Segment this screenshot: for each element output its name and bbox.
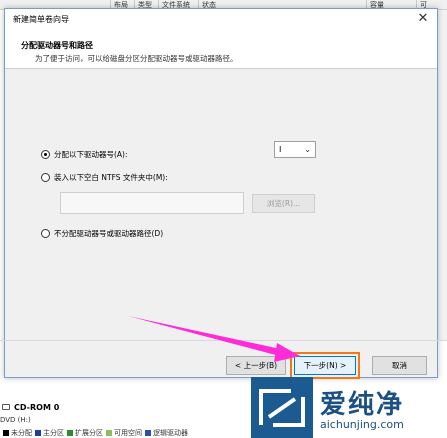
watermark-text: 爱纯净	[320, 390, 405, 420]
legend-label: 主分区	[43, 429, 64, 437]
mount-folder-option[interactable]: 装入以下空白 NTFS 文件夹中(M):	[41, 172, 168, 183]
mount-folder-label: 装入以下空白 NTFS 文件夹中(M):	[54, 173, 168, 182]
folder-path-input[interactable]	[60, 192, 244, 214]
legend-label: 未分配	[11, 429, 32, 437]
page-subtitle: 为了便于访问，可以给磁盘分区分配驱动器号或驱动器路径。	[35, 54, 238, 63]
no-assign-option[interactable]: 不分配驱动器号或驱动器路径(D)	[41, 228, 163, 239]
back-button[interactable]: < 上一步(B)	[226, 356, 286, 375]
close-button[interactable]: ✕	[409, 9, 437, 29]
legend-swatch	[3, 430, 9, 436]
legend-item: 扩展分区	[64, 428, 103, 438]
dialog-title: 新建简单卷向导	[13, 15, 69, 24]
wizard-page-header: 分配驱动器号和路径 为了便于访问，可以给磁盘分区分配驱动器号或驱动器路径。	[5, 29, 437, 69]
mount-folder-radio[interactable]	[41, 173, 50, 182]
no-assign-label: 不分配驱动器号或驱动器路径(D)	[54, 229, 164, 238]
legend-item: 主分区	[32, 428, 64, 438]
assign-letter-label: 分配以下驱动器号(A):	[54, 150, 128, 159]
browse-button[interactable]: 浏览(R)...	[252, 194, 315, 213]
cd-drive-icon	[2, 404, 10, 410]
next-button[interactable]: 下一步(N) >	[294, 356, 356, 375]
legend-item: 可用空间	[103, 428, 142, 438]
chevron-down-icon: ⌄	[304, 145, 311, 154]
disk-name: CD-ROM 0	[14, 403, 60, 412]
disk-sub: DVD (H:)	[0, 416, 31, 424]
legend-swatch	[35, 430, 41, 436]
watermark-url: aichunjing.com	[320, 418, 404, 431]
legend-swatch	[145, 430, 151, 436]
drive-letter-value: I	[279, 145, 282, 154]
assign-letter-radio[interactable]	[41, 150, 50, 159]
legend-swatch	[67, 430, 73, 436]
legend-item: 未分配	[0, 428, 32, 438]
page-title: 分配驱动器号和路径	[21, 41, 93, 50]
legend-label: 逻辑驱动器	[153, 429, 188, 437]
cancel-button[interactable]: 取消	[372, 356, 427, 375]
legend-item: 逻辑驱动器	[142, 428, 188, 438]
dialog-titlebar[interactable]: 新建简单卷向导 ✕	[5, 9, 437, 29]
footer-separator	[0, 340, 447, 341]
drive-letter-select[interactable]: I ⌄	[274, 141, 316, 158]
assign-letter-option[interactable]: 分配以下驱动器号(A):	[41, 149, 128, 160]
legend-label: 可用空间	[114, 429, 142, 437]
no-assign-radio[interactable]	[41, 229, 50, 238]
watermark-logo-icon	[251, 377, 313, 438]
legend-swatch	[106, 430, 112, 436]
partition-legend: 未分配 主分区 扩展分区 可用空间 逻辑驱动器	[0, 428, 188, 438]
legend-label: 扩展分区	[75, 429, 103, 437]
